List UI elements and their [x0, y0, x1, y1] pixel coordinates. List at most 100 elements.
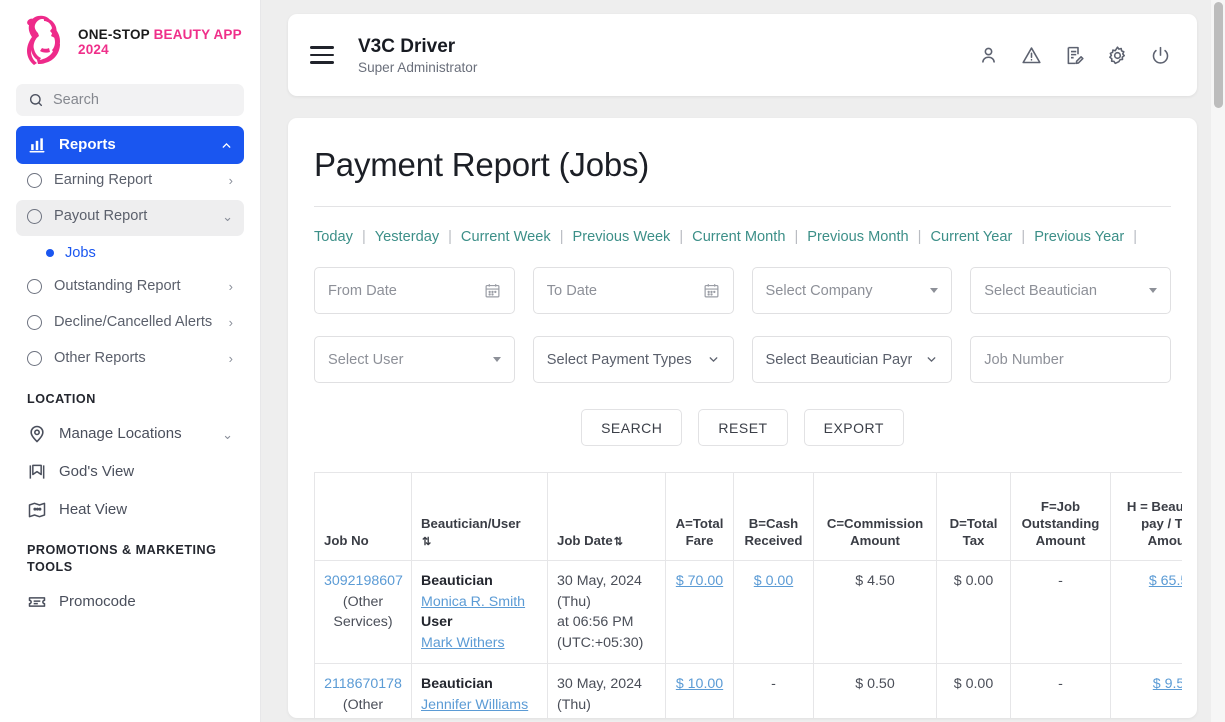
topbar-titles: V3C Driver Super Administrator	[358, 35, 477, 76]
sidebar-nav: Reports Earning Report › Payout Report ⌄…	[0, 126, 260, 621]
quick-filter-previous-year[interactable]: Previous Year	[1034, 229, 1124, 245]
cell-beautician-user: Beautician Monica R. Smith User Mark Wit…	[412, 561, 548, 664]
location-bookmark-icon	[27, 462, 47, 482]
select-company-value: Select Company	[766, 283, 873, 299]
cell-cash-received: $ 0.00	[734, 561, 814, 664]
col-job-date[interactable]: Job Date⇅	[548, 473, 666, 561]
select-payment-types-dropdown[interactable]: Select Payment Types	[533, 336, 734, 383]
sidebar-item-earning-report[interactable]: Earning Report ›	[16, 164, 244, 200]
select-beautician-payment-value: Select Beautician Payr	[766, 352, 913, 368]
reset-button[interactable]: RESET	[698, 409, 787, 446]
quick-filter-previous-month[interactable]: Previous Month	[807, 229, 908, 245]
search-input[interactable]	[53, 92, 232, 108]
brand-text: ONE-STOP BEAUTY APP 2024	[78, 25, 242, 57]
total-fare-link[interactable]: $ 70.00	[676, 573, 723, 589]
beautician-label: Beautician	[421, 676, 493, 692]
gear-icon[interactable]	[1107, 45, 1128, 66]
circle-bullet-icon	[27, 173, 42, 188]
sidebar-item-reports[interactable]: Reports	[16, 126, 244, 164]
cell-total-tax: $ 0.00	[937, 561, 1011, 664]
user-label: User	[421, 614, 453, 630]
sidebar-item-heat-view[interactable]: Heat View	[16, 491, 244, 529]
edit-document-icon[interactable]	[1064, 45, 1085, 66]
job-no-link[interactable]: 3092198607	[324, 573, 403, 589]
from-date-field[interactable]: From Date	[314, 267, 515, 314]
search-button[interactable]: SEARCH	[581, 409, 682, 446]
sort-icon[interactable]: ⇅	[614, 538, 623, 547]
col-total-fare: A=Total Fare	[666, 473, 734, 561]
scrollbar-thumb[interactable]	[1214, 2, 1223, 108]
sidebar-item-promocode-label: Promocode	[59, 593, 233, 611]
sidebar-item-gods-view[interactable]: God's View	[16, 453, 244, 491]
job-no-link[interactable]: 2118670178	[324, 676, 402, 692]
sidebar-item-heat-view-label: Heat View	[59, 501, 233, 519]
chevron-down-icon: ⌄	[222, 427, 233, 443]
select-company-dropdown[interactable]: Select Company	[752, 267, 953, 314]
beautician-name-link[interactable]: Monica R. Smith	[421, 594, 525, 610]
search-icon	[28, 92, 44, 108]
sidebar-item-jobs[interactable]: Jobs	[16, 236, 244, 270]
table-row: 2118670178 (Other Services) Beautician J…	[315, 664, 1183, 718]
sidebar-search[interactable]	[16, 84, 244, 116]
select-beautician-payment-dropdown[interactable]: Select Beautician Payr	[752, 336, 953, 383]
quick-filter-current-week[interactable]: Current Week	[461, 229, 551, 245]
col-cash-received: B=Cash Received	[734, 473, 814, 561]
select-user-value: Select User	[328, 352, 403, 368]
take-amount-link[interactable]: $ 9.50	[1153, 676, 1182, 692]
col-beautician-user[interactable]: Beautician/User⇅	[412, 473, 548, 561]
warning-triangle-icon[interactable]	[1021, 45, 1042, 66]
sidebar-item-promocode[interactable]: Promocode	[16, 583, 244, 621]
sidebar-item-manage-locations[interactable]: Manage Locations ⌄	[16, 415, 244, 453]
dropdown-arrow-icon	[930, 288, 938, 293]
quick-filter-links: Today| Yesterday| Current Week| Previous…	[314, 229, 1171, 245]
filter-row-1: From Date To Date Select Company Select …	[314, 267, 1171, 314]
quick-filter-yesterday[interactable]: Yesterday	[375, 229, 439, 245]
sidebar-item-payout-report[interactable]: Payout Report ⌄	[16, 200, 244, 236]
sidebar-item-gods-view-label: God's View	[59, 463, 233, 481]
cash-received-link[interactable]: $ 0.00	[754, 573, 793, 589]
job-type: (Other Services)	[333, 697, 392, 718]
export-button[interactable]: EXPORT	[804, 409, 904, 446]
hamburger-menu-icon[interactable]	[310, 46, 334, 63]
chevron-down-icon	[707, 353, 720, 366]
select-beautician-value: Select Beautician	[984, 283, 1097, 299]
user-name-link[interactable]: Mark Withers	[421, 635, 505, 651]
divider: |	[1021, 229, 1025, 245]
sidebar-section-promotions: PROMOTIONS & MARKETING TOOLS	[16, 529, 244, 583]
quick-filter-current-month[interactable]: Current Month	[692, 229, 785, 245]
bar-chart-icon	[27, 135, 47, 155]
col-job-no[interactable]: Job No	[315, 473, 412, 561]
sidebar-item-other-reports[interactable]: Other Reports ›	[16, 342, 244, 378]
page-scrollbar[interactable]	[1211, 0, 1225, 722]
circle-bullet-icon	[27, 315, 42, 330]
cell-job-date: 30 May, 2024 (Thu) at 01:29 PM	[548, 664, 666, 718]
user-icon[interactable]	[978, 45, 999, 66]
calendar-icon[interactable]	[484, 282, 501, 299]
beautician-name-link[interactable]: Jennifer Williams	[421, 697, 528, 713]
col-total-tax: D=Total Tax	[937, 473, 1011, 561]
select-payment-types-value: Select Payment Types	[547, 352, 692, 368]
report-card: Payment Report (Jobs) Today| Yesterday| …	[288, 118, 1197, 718]
job-number-field[interactable]: Job Number	[970, 336, 1171, 383]
sidebar-item-outstanding-report-label: Outstanding Report	[54, 277, 217, 296]
to-date-field[interactable]: To Date	[533, 267, 734, 314]
divider: |	[679, 229, 683, 245]
take-amount-link[interactable]: $ 65.50	[1149, 573, 1182, 589]
total-fare-link[interactable]: $ 10.00	[676, 676, 723, 692]
sidebar-item-decline-cancelled-alerts[interactable]: Decline/Cancelled Alerts ›	[16, 306, 244, 342]
brand-logo[interactable]: ONE-STOP BEAUTY APP 2024	[0, 0, 260, 78]
ticket-icon	[27, 592, 47, 612]
calendar-icon[interactable]	[703, 282, 720, 299]
job-date: 30 May, 2024	[557, 573, 642, 589]
select-user-dropdown[interactable]: Select User	[314, 336, 515, 383]
dropdown-arrow-icon	[493, 357, 501, 362]
sidebar-section-location: LOCATION	[16, 378, 244, 415]
quick-filter-current-year[interactable]: Current Year	[930, 229, 1012, 245]
sort-icon[interactable]: ⇅	[422, 538, 431, 547]
power-icon[interactable]	[1150, 45, 1171, 66]
quick-filter-previous-week[interactable]: Previous Week	[572, 229, 670, 245]
quick-filter-today[interactable]: Today	[314, 229, 353, 245]
report-table-container[interactable]: Job No Beautician/User⇅ Job Date⇅ A=Tota…	[314, 472, 1182, 718]
sidebar-item-outstanding-report[interactable]: Outstanding Report ›	[16, 270, 244, 306]
select-beautician-dropdown[interactable]: Select Beautician	[970, 267, 1171, 314]
